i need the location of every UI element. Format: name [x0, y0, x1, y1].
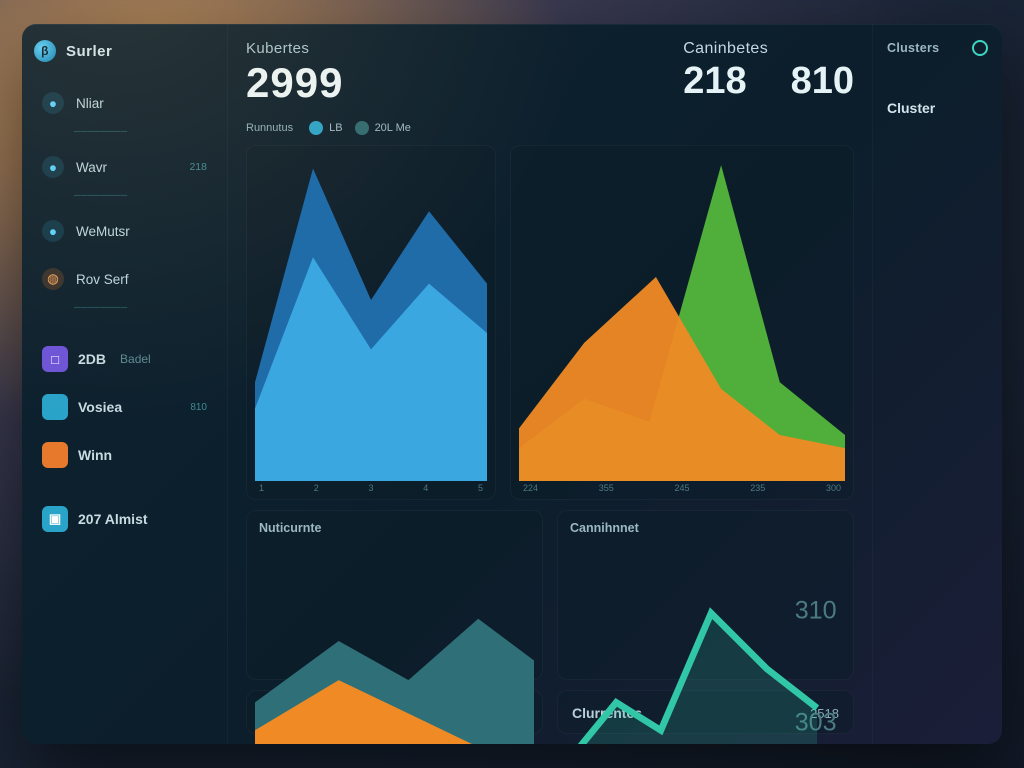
sidebar-item-wavr[interactable]: ● Wavr 218	[34, 146, 215, 188]
brand[interactable]: β Surler	[34, 40, 215, 62]
kpi-title: Caninbetes	[683, 40, 854, 58]
chart-card-blue: 1 2 3 4 5	[246, 145, 496, 500]
app-screen: β Surler ● Nliar ──────── ● Wavr 218 ───…	[22, 24, 1002, 744]
kpi-kubertes: Kubertes 2999	[246, 40, 343, 107]
tile-label: Vosiea	[78, 399, 122, 415]
card-title: Nuticurnte	[255, 517, 534, 535]
sidebar-item-sub: ────────	[74, 126, 215, 136]
x-axis: 224 355 245 235 300	[519, 481, 845, 495]
right-rail: Clusters Cluster	[872, 24, 1002, 744]
legend-item[interactable]: 20L Me	[355, 121, 411, 135]
sidebar-item-label: Nliar	[76, 96, 104, 111]
chart-legend-title: Runnutus	[246, 122, 293, 134]
chart-card-nuticurnte: Nuticurnte ————	[246, 510, 543, 680]
sidebar-item-sub: ────────	[74, 302, 215, 312]
card-title: Cannihnnet	[566, 517, 845, 535]
sidebar-item-label: Rov Serf	[76, 272, 129, 287]
tile-suffix: Badel	[120, 352, 151, 366]
brand-icon: β	[34, 40, 56, 62]
legend-label: 20L Me	[375, 122, 411, 134]
kpi-value-a: 218	[683, 60, 746, 103]
sidebar-item-value: 218	[189, 161, 207, 173]
rail-tab-clusters[interactable]: Clusters	[887, 41, 939, 55]
sidebar-item-nliar[interactable]: ● Nliar	[34, 82, 215, 124]
tile-value: 810	[190, 402, 207, 413]
chart-card-cannihnnet: Cannihnnet 310 303 —————	[557, 510, 854, 680]
area-chart-small-left	[255, 535, 534, 744]
sidebar-item-sub: ────────	[74, 190, 215, 200]
area-chart-blue	[255, 152, 487, 481]
kpi-value: 2999	[246, 59, 343, 107]
legend-swatch-icon	[309, 121, 323, 135]
sidebar-tile-almist[interactable]: ▣ 207 Almist	[34, 498, 215, 540]
chart-row-top: 1 2 3 4 5 224 355 245	[246, 145, 854, 500]
kpi-value-b: 810	[791, 60, 854, 103]
sidebar-item-label: WeMutsr	[76, 224, 130, 239]
dot-icon: ●	[42, 220, 64, 242]
dot-icon: ●	[42, 156, 64, 178]
area-chart-go	[519, 152, 845, 481]
chart-row-bottom: Nuticurnte ———— Cannihnnet 310 303	[246, 510, 854, 680]
rail-heading: Cluster	[887, 100, 988, 116]
sidebar: β Surler ● Nliar ──────── ● Wavr 218 ───…	[22, 24, 228, 744]
main-panel: Kubertes 2999 Caninbetes 218 810 Runnutu…	[228, 24, 872, 744]
tile-icon	[42, 394, 68, 420]
x-axis: 1 2 3 4 5	[255, 481, 487, 495]
kpi-row: Kubertes 2999 Caninbetes 218 810	[246, 40, 854, 107]
brand-label: Surler	[66, 43, 112, 60]
svg-text:310: 310	[795, 597, 837, 625]
kpi-title: Kubertes	[246, 40, 343, 57]
chart-legend: Runnutus LB 20L Me	[246, 121, 854, 135]
tile-icon	[42, 442, 68, 468]
sidebar-item-rovserf[interactable]: ◍ Rov Serf	[34, 258, 215, 300]
legend-item[interactable]: LB	[309, 121, 342, 135]
kpi-caninbetes: Caninbetes 218 810	[683, 40, 854, 103]
chart-card-green-orange: 224 355 245 235 300	[510, 145, 854, 500]
sidebar-tile-vosiea[interactable]: Vosiea 810	[34, 386, 215, 428]
tile-label: 2DB	[78, 351, 106, 367]
tile-icon: ▣	[42, 506, 68, 532]
sidebar-tile-2db[interactable]: □ 2DB Badel	[34, 338, 215, 380]
dot-icon: ◍	[42, 268, 64, 290]
dot-icon: ●	[42, 92, 64, 114]
status-ring-icon[interactable]	[972, 40, 988, 56]
sidebar-tile-winn[interactable]: Winn	[34, 434, 215, 476]
legend-label: LB	[329, 122, 342, 134]
line-chart-small-right: 310 303	[566, 535, 845, 744]
legend-swatch-icon	[355, 121, 369, 135]
tile-label: Winn	[78, 447, 112, 463]
tile-icon: □	[42, 346, 68, 372]
tile-label: 207 Almist	[78, 511, 148, 527]
sidebar-item-wemutsr[interactable]: ● WeMutsr	[34, 210, 215, 252]
sidebar-item-label: Wavr	[76, 160, 107, 175]
